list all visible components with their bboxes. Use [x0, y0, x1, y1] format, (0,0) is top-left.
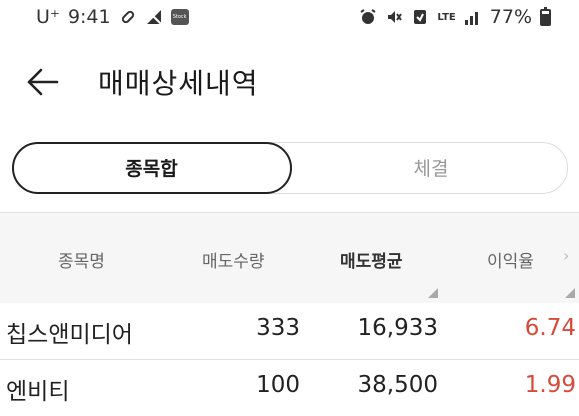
segment-control: 종목합 체결 [11, 141, 569, 194]
status-right: LTE 77% [359, 6, 551, 28]
column-header-sell-qty[interactable]: 매도수량 [202, 247, 265, 272]
stock-app-icon: Stock [170, 9, 189, 25]
sell-qty: 100 [256, 372, 300, 398]
app-header: 매매상세내역 [0, 50, 579, 112]
return-rate: 6.74 [524, 315, 576, 341]
page-title: 매매상세내역 [98, 67, 259, 100]
sell-avg: 16,933 [357, 315, 438, 341]
return-rate: 1.99 [524, 372, 576, 398]
table-row[interactable]: 칩스앤미디어 333 16,933 6.74 [0, 303, 579, 359]
chevron-right-icon[interactable]: › [563, 246, 569, 265]
sort-indicator-icon [428, 288, 438, 298]
stock-app-badge: Stock [172, 14, 187, 20]
clock: 9:41 [67, 6, 111, 28]
carrier-label: U⁺ [36, 6, 60, 28]
sell-avg: 38,500 [357, 372, 438, 398]
sort-indicator-icon [565, 288, 575, 298]
table-row[interactable]: 엔비티 100 38,500 1.99 [0, 360, 579, 416]
no-signal-icon [144, 8, 163, 26]
mute-icon [385, 8, 403, 26]
column-header-return-rate[interactable]: 이익율 [487, 247, 534, 272]
arrow-left-icon [27, 68, 59, 96]
battery-icon [540, 6, 551, 26]
back-button[interactable] [22, 64, 62, 100]
table-header: 종목명 매도수량 매도평균 이익율 [0, 213, 579, 303]
tab-summary[interactable]: 종목합 [11, 141, 292, 194]
alarm-icon [359, 8, 377, 26]
network-type: LTE [437, 11, 456, 23]
tab-executions[interactable]: 체결 [293, 142, 569, 194]
sell-qty: 333 [256, 315, 300, 341]
column-header-sell-avg[interactable]: 매도평균 [340, 247, 403, 272]
status-left: U⁺ 9:41 Stock [36, 6, 189, 28]
status-bar: U⁺ 9:41 Stock LTE 77% [0, 0, 579, 34]
column-header-name[interactable]: 종목명 [58, 247, 105, 272]
battery-percent: 77% [489, 6, 532, 28]
stock-name: 엔비티 [6, 379, 70, 405]
pill-icon [119, 8, 137, 26]
data-saver-icon [411, 8, 429, 26]
signal-icon [464, 8, 482, 26]
stock-name: 칩스앤미디어 [6, 322, 133, 348]
